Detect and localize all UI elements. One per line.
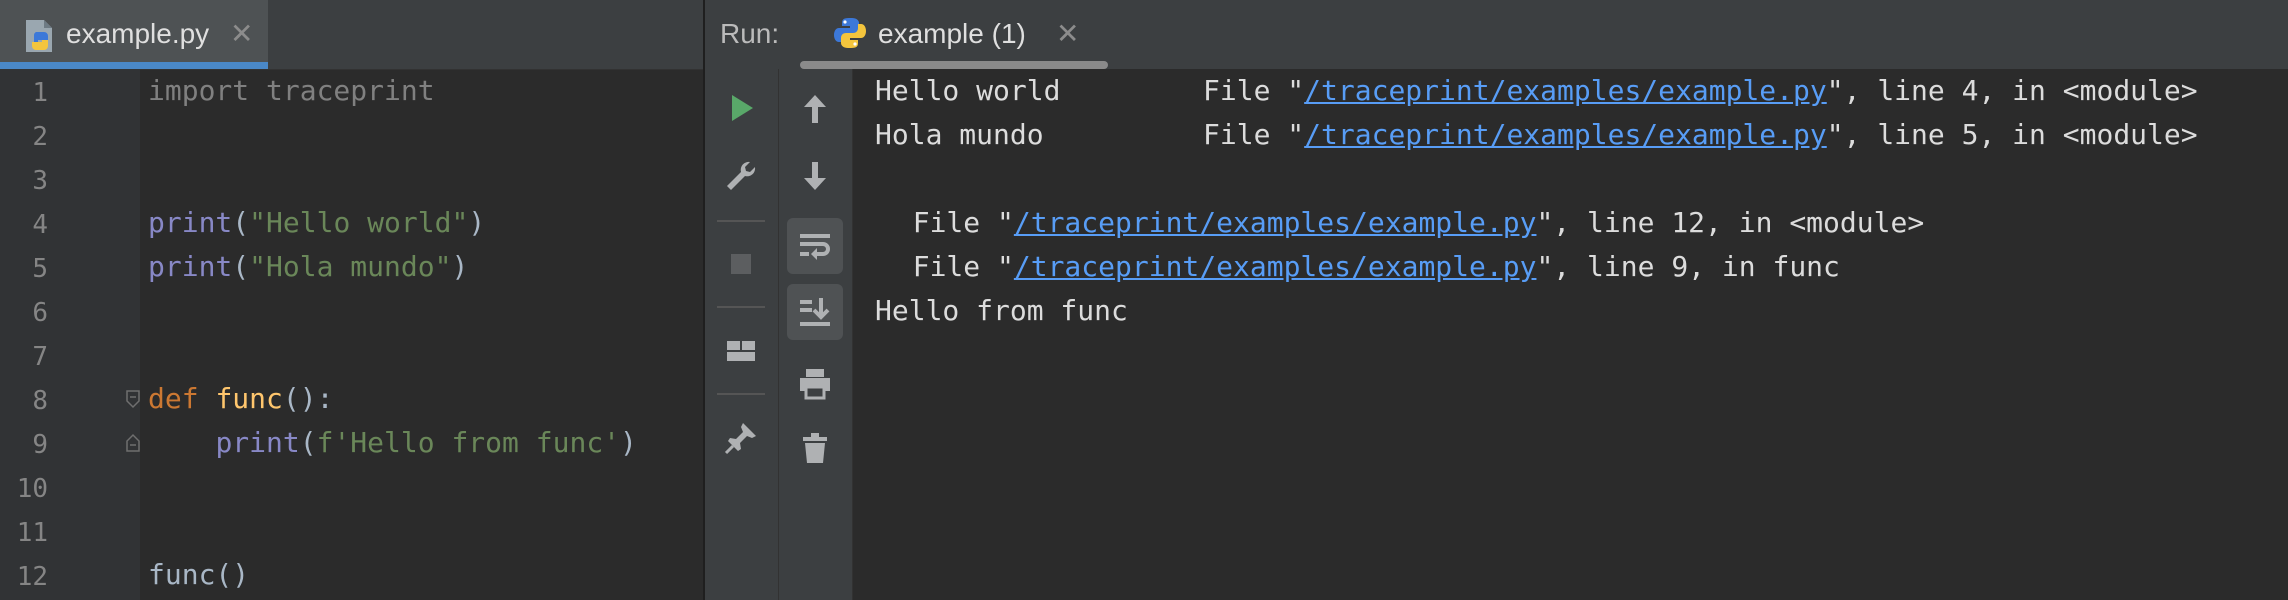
console-line-6: Hello from func xyxy=(875,294,1128,327)
code-line-1[interactable]: import traceprint xyxy=(148,74,435,107)
tab-example-py[interactable]: example.py ✕ xyxy=(0,0,268,69)
line-number: 7 xyxy=(32,342,48,372)
run-tab-label[interactable]: example (1) xyxy=(878,18,1026,50)
keyword-def: def xyxy=(148,382,199,415)
line-number: 10 xyxy=(16,474,48,504)
toolbar-separator xyxy=(717,393,765,395)
line-number: 1 xyxy=(32,78,48,108)
file-link[interactable]: /traceprint/examples/example.py xyxy=(1014,250,1537,283)
output-text: Hello world xyxy=(875,74,1061,107)
editor-pane: example.py ✕ 1 2 3 4 5 6 7 8 9 10 11 12 … xyxy=(0,0,703,600)
line-number: 4 xyxy=(32,210,48,240)
console-trace-4: File "/traceprint/examples/example.py", … xyxy=(879,250,1840,283)
paren: ( xyxy=(232,206,250,239)
trace-suffix: ", line 9, in func xyxy=(1536,250,1840,283)
run-icon[interactable] xyxy=(721,88,761,128)
line-number: 12 xyxy=(16,562,48,592)
fold-start-icon[interactable] xyxy=(125,389,141,409)
stop-icon[interactable] xyxy=(721,244,761,284)
trace-prefix: File " xyxy=(1203,118,1305,151)
up-arrow-icon[interactable] xyxy=(795,89,835,129)
output-text: Hola mundo xyxy=(875,118,1044,151)
active-run-tab-indicator xyxy=(800,61,1108,69)
console-line-2: Hola mundo xyxy=(875,118,1044,151)
close-icon[interactable]: ✕ xyxy=(230,17,253,50)
builtin-print: print xyxy=(148,206,233,239)
function-name: func xyxy=(215,382,283,415)
string-literal: f'Hello from func' xyxy=(316,426,621,459)
line-number: 3 xyxy=(32,166,48,196)
paren: ) xyxy=(620,426,637,459)
line-number: 11 xyxy=(16,518,48,548)
code-line-5[interactable]: print("Hola mundo") xyxy=(148,250,468,283)
fold-end-icon[interactable] xyxy=(125,433,141,453)
line-number-gutter: 1 2 3 4 5 6 7 8 9 10 11 12 xyxy=(0,69,140,600)
soft-wrap-icon[interactable] xyxy=(795,226,835,266)
paren: ) xyxy=(468,206,486,239)
line-number: 5 xyxy=(32,254,48,284)
console-trace-2: File "/traceprint/examples/example.py", … xyxy=(1203,118,2198,151)
paren: ) xyxy=(451,250,469,283)
file-link[interactable]: /traceprint/examples/example.py xyxy=(1304,118,1827,151)
toolbar-separator xyxy=(717,306,765,308)
active-tab-indicator xyxy=(0,62,268,69)
code-line-9[interactable]: print(f'Hello from func') xyxy=(148,426,637,459)
close-icon[interactable]: ✕ xyxy=(1056,17,1079,50)
python-file-icon xyxy=(22,18,58,54)
string-literal: "Hello world" xyxy=(249,206,469,239)
down-arrow-icon[interactable] xyxy=(795,156,835,196)
run-label: Run: xyxy=(720,18,780,49)
builtin-print: print xyxy=(215,426,300,459)
scroll-to-end-icon[interactable] xyxy=(795,292,835,332)
trace-prefix: File " xyxy=(879,250,1014,283)
editor-tab-bar: example.py ✕ xyxy=(0,0,703,70)
print-icon[interactable] xyxy=(795,363,835,403)
trash-icon[interactable] xyxy=(795,428,835,468)
trace-prefix: File " xyxy=(1203,74,1305,107)
trace-suffix: ", line 5, in <module> xyxy=(1826,118,2198,151)
trace-prefix: File " xyxy=(879,206,1014,239)
code-line-4[interactable]: print("Hello world") xyxy=(148,206,485,239)
layout-icon[interactable] xyxy=(721,331,761,371)
code-line-8[interactable]: def func(): xyxy=(148,382,333,415)
line-number: 6 xyxy=(32,298,48,328)
python-icon xyxy=(832,15,868,51)
builtin-print: print xyxy=(148,250,233,283)
tab-label: example.py xyxy=(66,18,210,49)
string-literal: "Hola mundo" xyxy=(249,250,452,283)
toolbar-separator xyxy=(717,220,765,222)
paren: ( xyxy=(232,250,250,283)
line-number: 2 xyxy=(32,122,48,152)
console-trace-3: File "/traceprint/examples/example.py", … xyxy=(879,206,1924,239)
line-number: 9 xyxy=(32,430,48,460)
pin-icon[interactable] xyxy=(721,418,761,458)
signature: (): xyxy=(282,382,334,415)
console-line-1: Hello world xyxy=(875,74,1060,107)
trace-suffix: ", line 12, in <module> xyxy=(1536,206,1925,239)
console-trace-1: File "/traceprint/examples/example.py", … xyxy=(1203,74,2198,107)
file-link[interactable]: /traceprint/examples/example.py xyxy=(1014,206,1537,239)
trace-suffix: ", line 4, in <module> xyxy=(1826,74,2198,107)
wrench-icon[interactable] xyxy=(721,156,761,196)
file-link[interactable]: /traceprint/examples/example.py xyxy=(1304,74,1827,107)
paren: ( xyxy=(299,426,317,459)
line-number: 8 xyxy=(32,386,48,416)
code-line-12[interactable]: func() xyxy=(148,558,249,591)
